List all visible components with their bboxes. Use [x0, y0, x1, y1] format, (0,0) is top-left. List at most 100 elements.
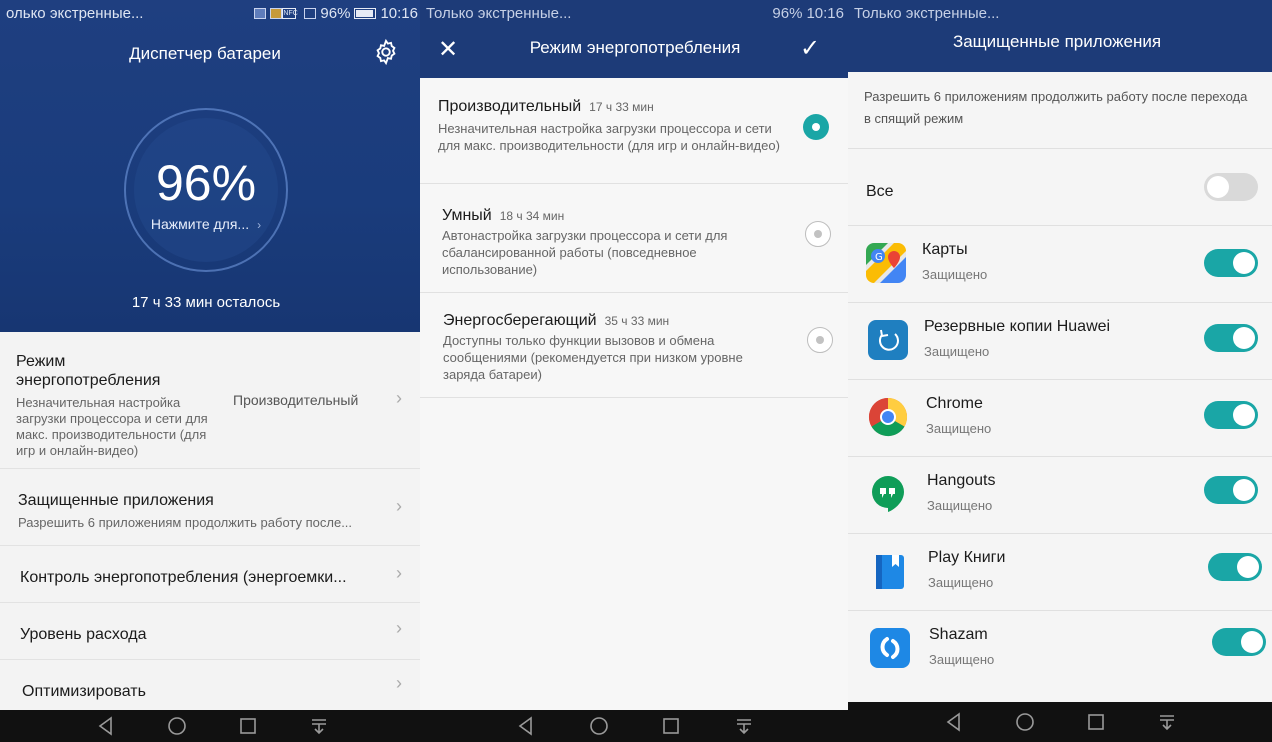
mode-time: 35 ч 33 мин — [604, 314, 670, 328]
notification-shade-icon[interactable] — [733, 715, 755, 737]
app-row-huawei-backup[interactable]: Резервные копии Huawei Защищено — [848, 304, 1272, 380]
recent-apps-icon[interactable] — [237, 715, 259, 737]
toggle-all-label: Все — [866, 183, 894, 200]
chevron-right-icon: › — [396, 388, 402, 408]
mode-name: Умный — [442, 207, 492, 224]
app-toggle-switch[interactable] — [1204, 249, 1258, 277]
mode-description: Незначительная настройка загрузки процес… — [438, 121, 780, 153]
notification-shade-icon[interactable] — [308, 715, 330, 737]
status-battery-percent: 96% — [772, 4, 803, 22]
toggle-all-switch[interactable] — [1204, 173, 1258, 201]
status-bar: Только экстренные... 96% 10:16 — [420, 0, 850, 26]
power-mode-screen: Только экстренные... 96% 10:16 ✕ Режим э… — [420, 0, 850, 742]
maps-icon: G — [866, 243, 906, 283]
app-status: Защищено — [929, 652, 995, 667]
tap-hint-label: Нажмите для... — [150, 216, 250, 232]
app-name: Резервные копии Huawei — [924, 318, 1111, 335]
chevron-right-icon: › — [396, 673, 402, 693]
mode-radio-selected[interactable] — [803, 114, 829, 140]
app-name: Shazam — [929, 626, 988, 643]
gear-icon[interactable] — [372, 38, 400, 66]
status-bar: олько экстренные... NFC 96% 10:16 — [0, 0, 424, 26]
status-right: 96% 10:16 — [772, 5, 844, 22]
page-title: Режим энергопотребления — [529, 38, 741, 57]
app-status: Защищено — [926, 421, 992, 436]
list-item-power-control[interactable]: Контроль энергопотребления (энергоемки..… — [0, 547, 424, 603]
list-item-title: Уровень расхода — [20, 626, 147, 643]
chevron-right-icon: › — [396, 496, 402, 516]
nav-bar — [0, 710, 424, 742]
chrome-icon — [868, 397, 908, 437]
notification-icon — [270, 7, 283, 19]
home-icon[interactable] — [166, 715, 188, 737]
list-item-subtitle: Разрешить 6 приложениям продолжить работ… — [18, 515, 353, 530]
home-icon[interactable] — [588, 715, 610, 737]
check-icon[interactable]: ✓ — [800, 34, 820, 63]
mode-header: Производительный 17 ч 33 мин — [438, 98, 654, 116]
battery-remaining: 17 ч 33 мин осталось — [131, 294, 281, 311]
list-item-optimize[interactable]: Оптимизировать › — [0, 661, 424, 711]
app-status: Защищено — [924, 344, 990, 359]
app-status: Защищено — [927, 498, 993, 513]
app-toggle-switch[interactable] — [1204, 324, 1258, 352]
notification-icon — [254, 7, 267, 19]
app-status: Защищено — [928, 575, 994, 590]
notification-shade-icon[interactable] — [1156, 711, 1178, 733]
list-item-title: Режим энергопотребления — [16, 353, 161, 389]
mode-option-smart[interactable]: Умный 18 ч 34 мин Автонастройка загрузки … — [420, 185, 850, 293]
nav-bar — [420, 710, 850, 742]
hangouts-icon — [868, 474, 908, 514]
play-books-icon — [870, 551, 910, 591]
app-toggle-switch[interactable] — [1204, 476, 1258, 504]
home-icon[interactable] — [1014, 711, 1036, 733]
list-item-power-mode[interactable]: Режим энергопотребления Незначительная н… — [0, 332, 424, 469]
app-toggle-switch[interactable] — [1204, 401, 1258, 429]
status-notification-text: Только экстренные... — [854, 4, 1000, 22]
list-item-value: Производительный — [233, 392, 359, 408]
mode-description: Доступны только функции вызовов и обмена… — [443, 333, 743, 382]
list-item-title: Контроль энергопотребления (энергоемки..… — [20, 569, 347, 586]
backup-icon — [868, 320, 908, 360]
app-row-maps[interactable]: G Карты Защищено — [848, 227, 1272, 303]
recent-apps-icon[interactable] — [1085, 711, 1107, 733]
svg-text:G: G — [875, 252, 883, 263]
toggle-all-row[interactable]: Все — [848, 148, 1272, 226]
protected-apps-description: Разрешить 6 приложениям продолжить работ… — [864, 89, 1248, 126]
back-icon[interactable] — [943, 711, 965, 733]
app-toggle-switch[interactable] — [1212, 628, 1266, 656]
list-item-title: Защищенные приложения — [18, 492, 214, 509]
status-battery-percent: 96% — [320, 4, 351, 22]
battery-ring[interactable]: 96% Нажмите для... › — [124, 108, 288, 272]
status-bar: Только экстренные... — [848, 0, 1272, 26]
page-title: Диспетчер батареи — [129, 44, 281, 63]
mode-radio[interactable] — [805, 221, 831, 247]
status-notification-text: олько экстренные... — [6, 4, 144, 22]
sim-icon — [304, 7, 317, 19]
back-icon[interactable] — [515, 715, 537, 737]
mode-option-performance[interactable]: Производительный 17 ч 33 мин Незначительн… — [420, 80, 850, 184]
battery-percent: 96% — [155, 155, 257, 211]
protected-apps-screen: Только экстренные... Защищенные приложен… — [848, 0, 1272, 742]
app-row-play-books[interactable]: Play Книги Защищено — [848, 535, 1272, 611]
battery-manager-screen: олько экстренные... NFC 96% 10:16 Диспет… — [0, 0, 424, 742]
recent-apps-icon[interactable] — [660, 715, 682, 737]
status-time: 10:16 — [380, 4, 418, 22]
back-icon[interactable] — [95, 715, 117, 737]
mode-name: Производительный — [438, 98, 582, 115]
list-item-protected-apps[interactable]: Защищенные приложения Разрешить 6 прилож… — [0, 470, 424, 546]
mode-time: 17 ч 33 мин — [589, 100, 654, 114]
app-row-shazam[interactable]: Shazam Защищено — [848, 612, 1272, 688]
nfc-icon: NFC — [282, 7, 298, 19]
mode-time: 18 ч 34 мин — [499, 209, 565, 223]
status-time: 10:16 — [806, 4, 844, 22]
mode-radio[interactable] — [807, 327, 833, 353]
mode-option-power-saving[interactable]: Энергосберегающий 35 ч 33 мин Доступны то… — [420, 294, 850, 398]
app-row-hangouts[interactable]: Hangouts Защищено — [848, 458, 1272, 534]
app-row-chrome[interactable]: Chrome Защищено — [848, 381, 1272, 457]
app-name: Chrome — [926, 395, 983, 412]
shazam-icon — [870, 628, 910, 668]
list-item-consumption-level[interactable]: Уровень расхода › — [0, 604, 424, 660]
mode-header: Умный 18 ч 34 мин — [442, 207, 564, 225]
chevron-right-icon: › — [396, 563, 402, 583]
app-toggle-switch[interactable] — [1208, 553, 1262, 581]
